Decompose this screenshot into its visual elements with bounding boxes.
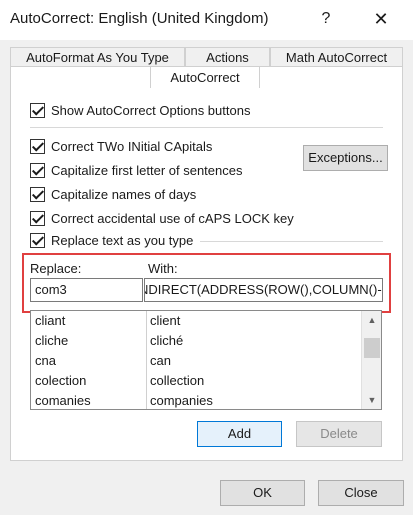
delete-button[interactable]: Delete [296,421,382,447]
entry-replace: colection [35,373,87,388]
capitalize-days-checkbox[interactable] [30,186,45,202]
correct-two-initials-checkbox-row[interactable]: Correct TWo INitial CApitals [30,136,212,156]
correct-two-initials-checkbox[interactable] [30,138,45,154]
show-options-buttons-label: Show AutoCorrect Options buttons [51,102,251,118]
entry-with: cliché [150,333,184,348]
capitalize-sentences-checkbox[interactable] [30,162,45,178]
correct-two-initials-label: Correct TWo INitial CApitals [51,138,213,154]
entry-with: companies [150,393,213,408]
show-options-buttons-checkbox[interactable] [30,102,45,118]
capitalize-days-label: Capitalize names of days [51,186,197,202]
entry-with: can [150,353,171,368]
list-item[interactable]: colection collection [31,371,361,391]
correct-caps-lock-checkbox[interactable] [30,210,45,226]
close-icon[interactable]: ✕ [368,6,394,32]
entry-with: collection [150,373,205,388]
replace-text-checkbox[interactable] [30,232,45,248]
entry-with: client [150,313,181,328]
replace-text-label: Replace text as you type [51,232,194,248]
add-button[interactable]: Add [197,421,282,447]
entry-replace: cna [35,353,56,368]
capitalize-days-checkbox-row[interactable]: Capitalize names of days [30,184,196,204]
ok-button[interactable]: OK [220,480,305,506]
tab-autocorrect[interactable]: AutoCorrect [150,66,260,88]
replace-text-checkbox-row[interactable]: Replace text as you type [30,230,193,250]
entry-replace: cliche [35,333,69,348]
list-item[interactable]: cliant client [31,311,361,331]
scroll-thumb[interactable] [364,338,380,358]
capitalize-sentences-checkbox-row[interactable]: Capitalize first letter of sentences [30,160,242,180]
list-scrollbar[interactable]: ▲ ▼ [361,311,381,409]
show-options-buttons-checkbox-row[interactable]: Show AutoCorrect Options buttons [30,100,250,120]
close-button[interactable]: Close [318,480,404,506]
exceptions-button[interactable]: Exceptions... [303,145,388,171]
correct-caps-lock-checkbox-row[interactable]: Correct accidental use of cAPS LOCK key [30,208,294,228]
capitalize-sentences-label: Capitalize first letter of sentences [51,162,243,178]
scroll-down-icon[interactable]: ▼ [362,391,381,409]
autocorrect-entries-list[interactable]: cliant client cliche cliché cna can cole… [30,310,382,410]
separator [200,241,383,242]
window-title: AutoCorrect: English (United Kingdom) [10,10,269,27]
entry-replace: comanies [35,393,91,408]
correct-caps-lock-label: Correct accidental use of cAPS LOCK key [51,210,294,226]
list-item[interactable]: cna can [31,351,361,371]
help-button[interactable]: ? [316,6,336,32]
highlight-box [22,253,391,313]
entry-replace: cliant [35,313,66,328]
scroll-up-icon[interactable]: ▲ [362,311,381,329]
list-item[interactable]: comanies companies [31,391,361,409]
separator [30,127,383,128]
list-item[interactable]: cliche cliché [31,331,361,351]
